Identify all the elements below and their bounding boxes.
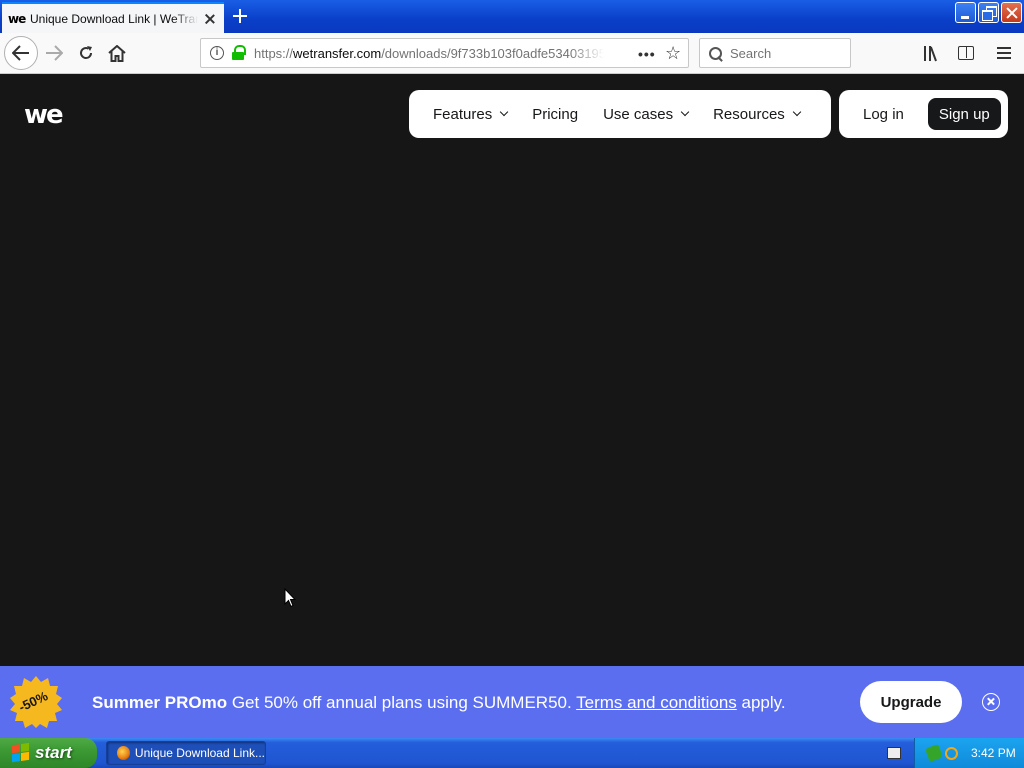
nav-features-label: Features [433, 105, 493, 123]
clock[interactable]: 3:42 PM [971, 746, 1016, 760]
nav-use-cases-label: Use cases [603, 105, 674, 123]
browser-tab-bar: we Unique Download Link | WeTransfer [0, 0, 1024, 33]
network-icon[interactable] [925, 744, 943, 762]
url-scheme: https:// [254, 45, 294, 61]
url-host: wetransfer.com [293, 45, 382, 61]
home-button[interactable] [101, 37, 133, 69]
reload-button[interactable] [70, 37, 102, 69]
new-tab-icon[interactable] [230, 6, 250, 26]
taskbar-window-label: Unique Download Link... [134, 746, 265, 760]
chevron-down-icon [499, 107, 509, 117]
signup-button[interactable]: Sign up [927, 98, 1001, 130]
auth-navigation: Log in Sign up [839, 90, 1008, 138]
windows-taskbar: start Unique Download Link... 3:42 PM [0, 738, 1024, 768]
reload-icon [80, 46, 93, 59]
search-placeholder: Search [730, 45, 772, 61]
terms-link[interactable]: Terms and conditions [576, 693, 737, 712]
address-bar[interactable]: i https://wetransfer.com/downloads/9f733… [200, 38, 689, 68]
start-button[interactable]: start [0, 738, 97, 768]
main-navigation: Features Pricing Use cases Resources [409, 90, 831, 138]
upgrade-button[interactable]: Upgrade [860, 681, 962, 723]
nav-resources-label: Resources [713, 105, 785, 123]
search-tray-icon[interactable] [945, 746, 958, 760]
system-tray: 3:42 PM [914, 738, 1024, 768]
firefox-icon [117, 746, 130, 760]
chevron-down-icon [792, 107, 802, 117]
minimize-button[interactable] [955, 2, 976, 23]
search-icon [709, 46, 722, 60]
wetransfer-logo[interactable]: we [24, 102, 64, 128]
nav-resources[interactable]: Resources [713, 105, 802, 123]
active-tab[interactable]: we Unique Download Link | WeTransfer [2, 2, 224, 33]
sidebar-toggle-icon[interactable] [958, 46, 974, 60]
arrow-left-icon [12, 45, 29, 61]
search-box[interactable]: Search [699, 38, 851, 68]
home-icon [108, 44, 126, 62]
discount-badge: -50% [10, 676, 62, 728]
navigation-toolbar: i https://wetransfer.com/downloads/9f733… [0, 33, 1024, 74]
promo-title: Summer PROmo [92, 693, 228, 712]
promo-text-end: apply. [741, 693, 786, 712]
promo-message: Summer PROmo Get 50% off annual plans us… [92, 693, 786, 713]
close-banner-icon[interactable] [982, 693, 1000, 711]
wetransfer-favicon-icon: we [8, 11, 26, 26]
mouse-cursor-icon [284, 588, 296, 608]
site-info-icon[interactable]: i [210, 46, 224, 60]
url-path: /downloads/9f733b103f0adfe534031958 [381, 45, 604, 61]
taskbar-window-item[interactable]: Unique Download Link... [106, 741, 266, 765]
close-tab-icon[interactable] [202, 11, 218, 27]
url-text[interactable]: https://wetransfer.com/downloads/9f733b1… [254, 46, 604, 61]
lock-icon[interactable] [231, 45, 246, 61]
bookmark-star-icon[interactable]: ☆ [665, 43, 681, 64]
close-window-button[interactable] [1001, 2, 1022, 23]
tab-title: Unique Download Link | WeTransfer [30, 11, 198, 26]
restore-button[interactable] [978, 2, 999, 23]
keyboard-icon[interactable] [887, 747, 901, 759]
nav-pricing-label: Pricing [532, 105, 579, 123]
chevron-down-icon [680, 107, 690, 117]
forward-button[interactable] [38, 37, 70, 69]
library-icon[interactable] [924, 46, 942, 62]
login-link[interactable]: Log in [863, 106, 904, 123]
nav-use-cases[interactable]: Use cases [603, 105, 690, 123]
back-button[interactable] [4, 36, 38, 70]
nav-pricing[interactable]: Pricing [532, 106, 578, 123]
windows-flag-icon [12, 742, 30, 764]
page-actions-more-icon[interactable]: ••• [638, 46, 656, 62]
promo-banner: -50% Summer PROmo Get 50% off annual pla… [0, 666, 1024, 738]
promo-text: Get 50% off annual plans using SUMMER50. [231, 693, 572, 712]
page-content: we Features Pricing Use cases Resources … [0, 74, 1024, 666]
arrow-right-icon [46, 45, 63, 61]
nav-features[interactable]: Features [433, 105, 509, 123]
start-label: start [35, 743, 72, 762]
hamburger-menu-icon[interactable] [997, 47, 1011, 59]
